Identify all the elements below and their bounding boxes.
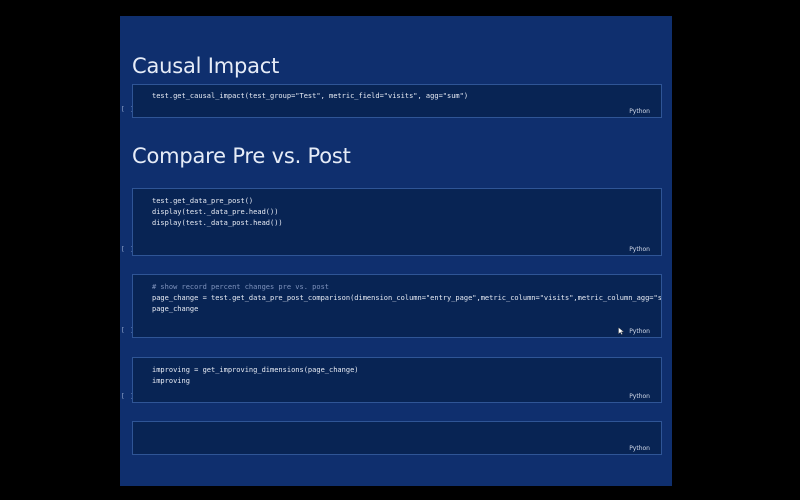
code-editor[interactable]: Python [132, 421, 662, 455]
code-editor[interactable]: test.get_data_pre_post() display(test._d… [132, 188, 662, 256]
code-line: display(test._data_post.head()) [152, 219, 283, 227]
notebook-area: Causal Impact [ ] test.get_causal_impact… [120, 16, 672, 486]
code-cell-pre-post[interactable]: [ ] test.get_data_pre_post() display(tes… [120, 188, 672, 256]
code-line: improving [152, 377, 190, 385]
mouse-cursor-icon [618, 327, 625, 335]
code-line: display(test._data_pre.head()) [152, 208, 279, 216]
cell-language-label[interactable]: Python [629, 445, 650, 452]
code-line: improving = get_improving_dimensions(pag… [152, 366, 359, 374]
code-cell-causal-impact[interactable]: [ ] test.get_causal_impact(test_group="T… [120, 84, 672, 118]
section-heading-compare-pre-post: Compare Pre vs. Post [132, 144, 351, 168]
code-cell-empty[interactable]: Python [120, 421, 672, 455]
cell-language-label[interactable]: Python [629, 108, 650, 115]
code-line: test.get_data_pre_post() [152, 197, 254, 205]
cell-language-label[interactable]: Python [629, 246, 650, 253]
cell-language-label[interactable]: Python [629, 393, 650, 400]
cell-language-label[interactable]: Python [629, 328, 650, 335]
code-editor[interactable]: improving = get_improving_dimensions(pag… [132, 357, 662, 403]
code-line: page_change [152, 305, 199, 313]
code-comment-line: # show record percent changes pre vs. po… [152, 283, 330, 291]
code-cell-improving[interactable]: [ ] improving = get_improving_dimensions… [120, 357, 672, 403]
code-line: page_change = test.get_data_pre_post_com… [152, 294, 662, 302]
code-cell-page-change[interactable]: [ ] # show record percent changes pre vs… [120, 274, 672, 338]
section-heading-causal-impact: Causal Impact [132, 54, 280, 78]
code-line: test.get_causal_impact(test_group="Test"… [152, 92, 469, 100]
code-editor[interactable]: test.get_causal_impact(test_group="Test"… [132, 84, 662, 118]
code-editor[interactable]: # show record percent changes pre vs. po… [132, 274, 662, 338]
